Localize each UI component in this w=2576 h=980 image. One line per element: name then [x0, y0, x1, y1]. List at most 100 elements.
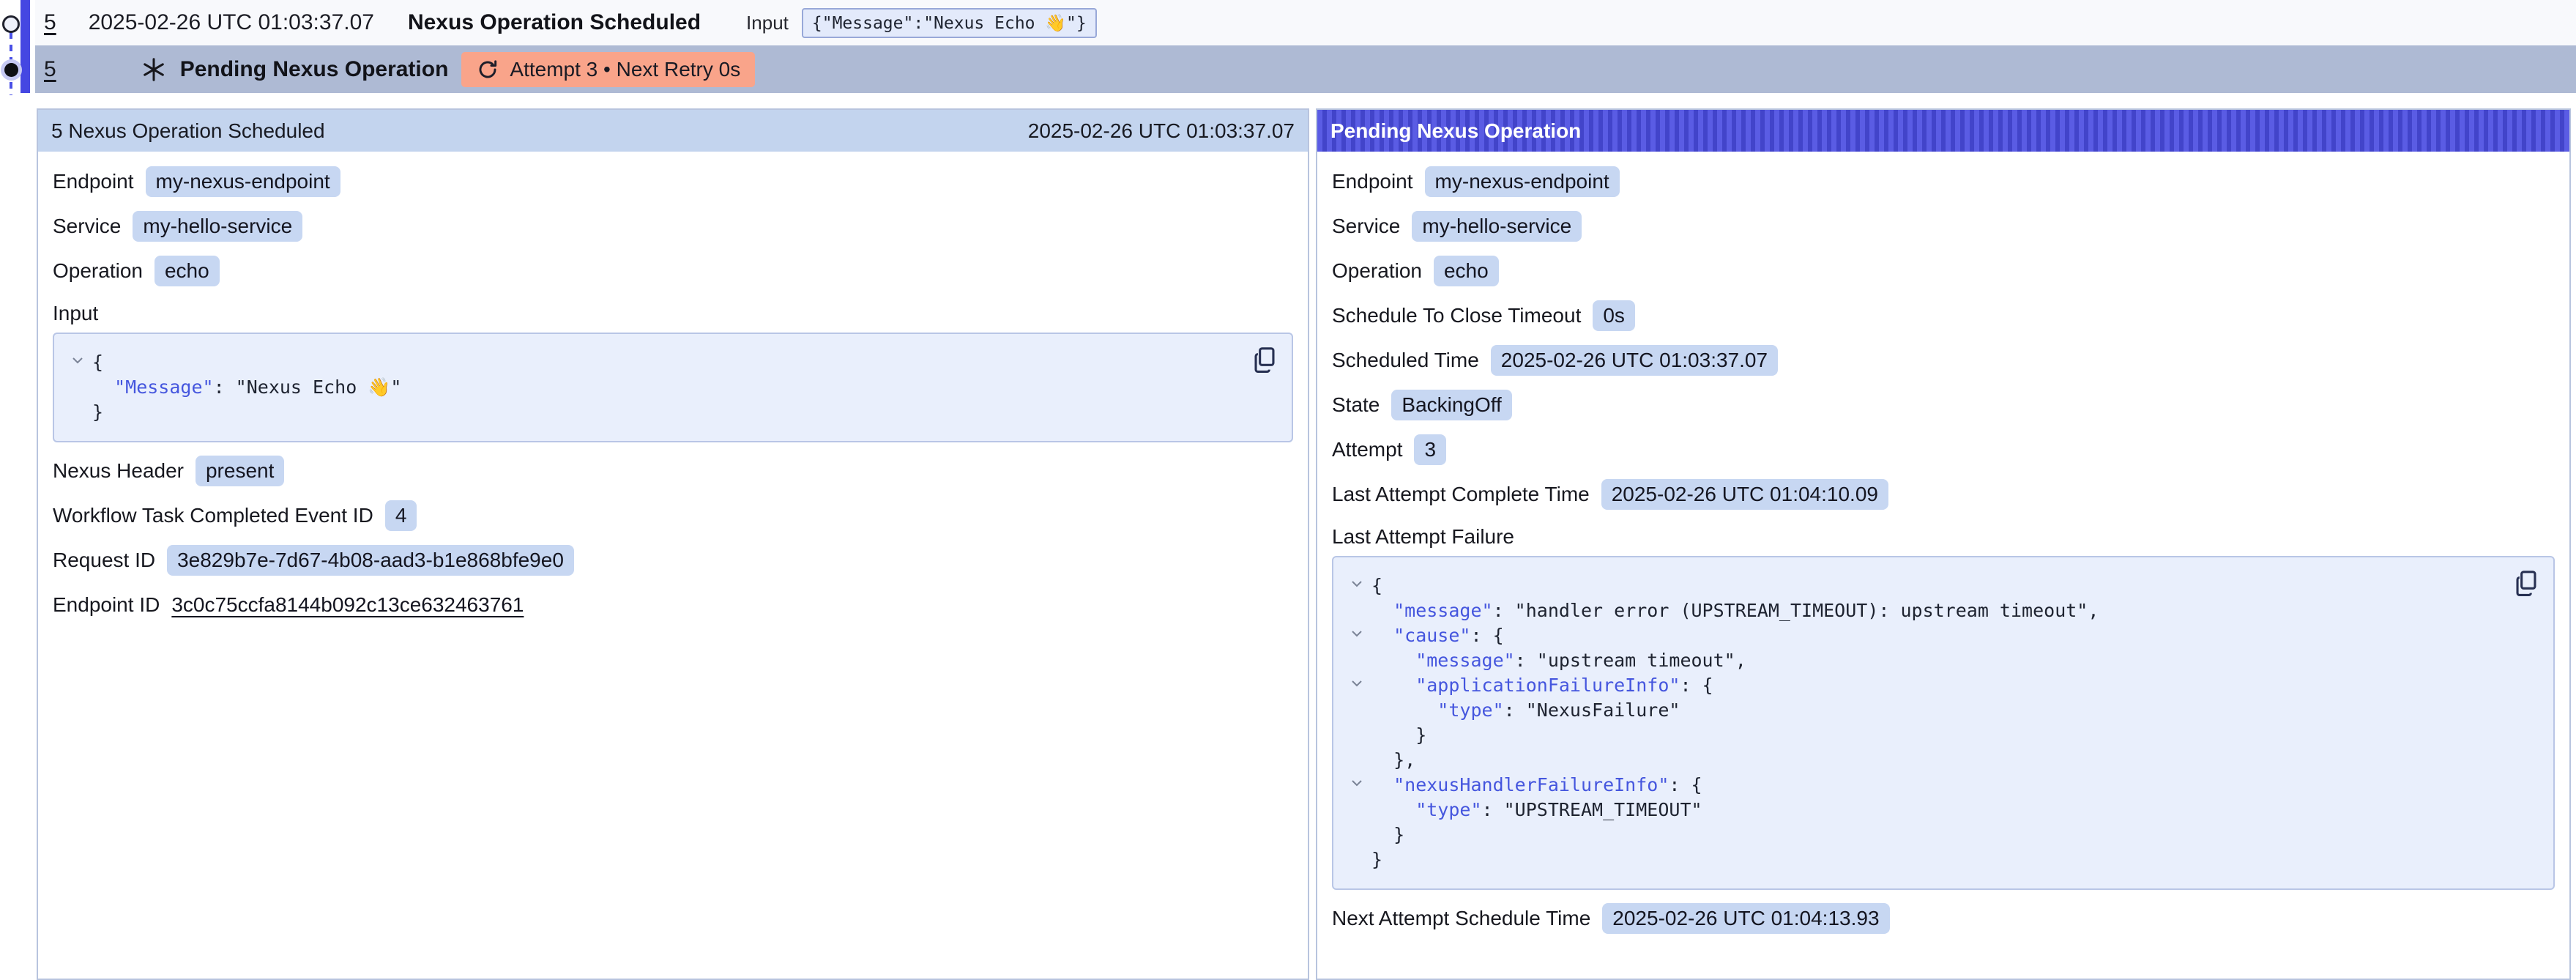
- active-event-indicator-bar: [21, 0, 30, 93]
- field-label: State: [1332, 393, 1380, 417]
- field-label: Workflow Task Completed Event ID: [53, 504, 373, 527]
- pending-panel-header: Pending Nexus Operation: [1317, 110, 2569, 152]
- field-value: my-hello-service: [1412, 211, 1582, 242]
- pending-event-title: Pending Nexus Operation: [180, 57, 449, 82]
- input-section-label: Input: [53, 302, 1293, 325]
- json-line: {: [1342, 573, 2502, 598]
- event-id-link[interactable]: 5: [44, 10, 56, 35]
- scheduled-panel-header: 5 Nexus Operation Scheduled 2025-02-26 U…: [38, 110, 1308, 152]
- copy-icon[interactable]: [2514, 569, 2540, 598]
- json-line: "nexusHandlerFailureInfo": {: [1342, 773, 2502, 798]
- pending-asterisk-icon: [141, 56, 167, 83]
- field-value: 2025-02-26 UTC 01:03:37.07: [1491, 345, 1778, 376]
- field-value: my-hello-service: [133, 211, 302, 242]
- field-label: Last Attempt Complete Time: [1332, 483, 1590, 506]
- field-row: State BackingOff: [1332, 389, 2555, 421]
- field-label: Operation: [1332, 259, 1422, 283]
- event-title: Nexus Operation Scheduled: [408, 10, 701, 35]
- field-value: 2025-02-26 UTC 01:04:13.93: [1602, 903, 1889, 934]
- json-line: "type": "UPSTREAM_TIMEOUT": [1342, 798, 2502, 823]
- json-line: }: [1342, 847, 2502, 872]
- field-row: Service my-hello-service: [53, 210, 1293, 242]
- event-open-marker-icon: [2, 15, 20, 33]
- json-line: "message": "upstream timeout",: [1342, 648, 2502, 673]
- chevron-down-icon[interactable]: [1342, 673, 1371, 687]
- json-line: }: [63, 400, 1240, 425]
- field-row: Nexus Header present: [53, 455, 1293, 487]
- json-line: "applicationFailureInfo": {: [1342, 673, 2502, 698]
- field-value: 3: [1414, 434, 1446, 465]
- json-line: },: [1342, 748, 2502, 773]
- event-input-label: Input: [746, 12, 789, 34]
- field-label: Service: [53, 215, 121, 238]
- field-label: Scheduled Time: [1332, 349, 1479, 372]
- failure-section-label: Last Attempt Failure: [1332, 525, 2555, 549]
- field-label: Request ID: [53, 549, 155, 572]
- fields-bottom: Next Attempt Schedule Time 2025-02-26 UT…: [1332, 902, 2555, 935]
- field-row: Endpoint my-nexus-endpoint: [53, 166, 1293, 198]
- fields-top: Endpoint my-nexus-endpoint Service my-he…: [1332, 166, 2555, 511]
- field-row: Request ID 3e829b7e-7d67-4b08-aad3-b1e86…: [53, 544, 1293, 576]
- json-line: }: [1342, 823, 2502, 847]
- json-line: {: [63, 350, 1240, 375]
- retry-icon: [476, 58, 499, 81]
- event-input-preview-badge[interactable]: {"Message":"Nexus Echo 👋"}: [802, 8, 1097, 38]
- json-line: }: [1342, 723, 2502, 748]
- field-value: my-nexus-endpoint: [146, 166, 340, 197]
- chevron-down-icon[interactable]: [1342, 773, 1371, 787]
- field-label: Endpoint: [1332, 170, 1413, 193]
- input-json-viewer: { "Message": "Nexus Echo 👋" }: [53, 333, 1293, 442]
- chevron-down-icon[interactable]: [1342, 573, 1371, 587]
- field-row: Schedule To Close Timeout 0s: [1332, 300, 2555, 332]
- event-row-pending[interactable]: 5 Pending Nexus Operation Attempt 3 • Ne…: [35, 45, 2576, 93]
- attempt-retry-badge: Attempt 3 • Next Retry 0s: [461, 52, 755, 87]
- chevron-down-icon[interactable]: [63, 350, 92, 364]
- json-line: "message": "handler error (UPSTREAM_TIME…: [1342, 598, 2502, 623]
- attempt-retry-text: Attempt 3 • Next Retry 0s: [510, 58, 740, 81]
- event-filled-marker-icon: [4, 63, 18, 77]
- field-label: Nexus Header: [53, 459, 184, 483]
- field-label: Next Attempt Schedule Time: [1332, 907, 1590, 930]
- json-line: "cause": {: [1342, 623, 2502, 648]
- pending-panel-title: Pending Nexus Operation: [1330, 119, 1581, 143]
- field-value[interactable]: present: [196, 456, 284, 486]
- field-row: Scheduled Time 2025-02-26 UTC 01:03:37.0…: [1332, 344, 2555, 376]
- field-row: Next Attempt Schedule Time 2025-02-26 UT…: [1332, 902, 2555, 935]
- event-id-link[interactable]: 5: [44, 57, 56, 82]
- field-value: 2025-02-26 UTC 01:04:10.09: [1601, 479, 1888, 510]
- field-label: Attempt: [1332, 438, 1402, 461]
- field-label: Operation: [53, 259, 143, 283]
- field-row: Operation echo: [53, 255, 1293, 287]
- field-value: BackingOff: [1391, 390, 1511, 420]
- field-row: Endpoint ID 3c0c75ccfa8144b092c13ce63246…: [53, 589, 1293, 621]
- field-row: Service my-hello-service: [1332, 210, 2555, 242]
- field-value[interactable]: 3e829b7e-7d67-4b08-aad3-b1e868bfe9e0: [167, 545, 574, 576]
- field-value: echo: [1434, 256, 1499, 286]
- failure-json-viewer: { "message": "handler error (UPSTREAM_TI…: [1332, 556, 2555, 890]
- event-row-scheduled[interactable]: 5 2025-02-26 UTC 01:03:37.07 Nexus Opera…: [35, 0, 2576, 45]
- fields-top: Endpoint my-nexus-endpoint Service my-he…: [53, 166, 1293, 287]
- field-label: Schedule To Close Timeout: [1332, 304, 1581, 327]
- field-value: my-nexus-endpoint: [1425, 166, 1620, 197]
- field-value[interactable]: 3c0c75ccfa8144b092c13ce632463761: [171, 593, 524, 617]
- field-value: 0s: [1593, 300, 1635, 331]
- copy-icon[interactable]: [1252, 346, 1278, 375]
- field-label: Endpoint: [53, 170, 134, 193]
- field-row: Endpoint my-nexus-endpoint: [1332, 166, 2555, 198]
- field-row: Attempt 3: [1332, 434, 2555, 466]
- field-row: Last Attempt Complete Time 2025-02-26 UT…: [1332, 478, 2555, 511]
- field-value[interactable]: 4: [385, 500, 417, 531]
- event-timestamp: 2025-02-26 UTC 01:03:37.07: [89, 10, 374, 35]
- fields-bottom: Nexus Header present Workflow Task Compl…: [53, 455, 1293, 621]
- scheduled-event-detail-panel: 5 Nexus Operation Scheduled 2025-02-26 U…: [37, 108, 1309, 980]
- json-line: "Message": "Nexus Echo 👋": [63, 375, 1240, 400]
- scheduled-panel-timestamp: 2025-02-26 UTC 01:03:37.07: [1028, 119, 1295, 143]
- pending-operation-detail-panel: Pending Nexus Operation Endpoint my-nexu…: [1316, 108, 2571, 980]
- field-label: Endpoint ID: [53, 593, 160, 617]
- field-value: echo: [155, 256, 220, 286]
- chevron-down-icon[interactable]: [1342, 623, 1371, 637]
- field-row: Workflow Task Completed Event ID 4: [53, 500, 1293, 532]
- scheduled-panel-title: 5 Nexus Operation Scheduled: [51, 119, 325, 143]
- json-line: "type": "NexusFailure": [1342, 698, 2502, 723]
- field-row: Operation echo: [1332, 255, 2555, 287]
